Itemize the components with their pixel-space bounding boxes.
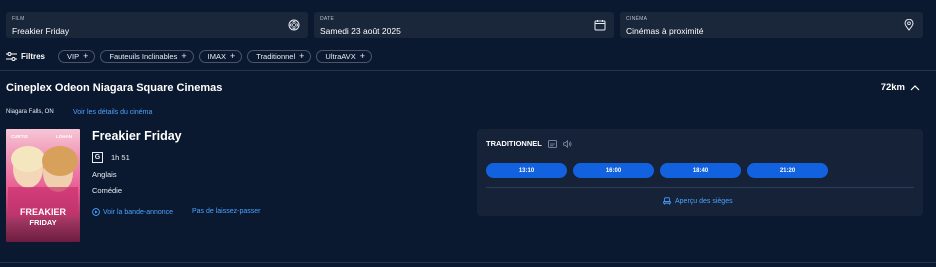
audio-icon [562,139,572,148]
chip-label: Fauteuils Inclinables [109,52,178,61]
theatre-location: Niagara Falls, ON [6,109,54,115]
film-label: FILM [12,16,25,22]
plus-icon: + [229,51,236,61]
panel-divider [486,187,914,188]
movie-runtime: 1h 51 [111,153,130,162]
cinema-selector[interactable]: CINÉMA Cinémas à proximité [620,12,923,38]
movie-genre: Comédie [92,186,123,195]
showtime-button[interactable]: 18:40 [660,163,741,178]
seat-preview-label: Aperçu des sièges [675,197,733,205]
chip-label: Traditionnel [256,52,296,61]
movie-title[interactable]: Freakier Friday [92,129,182,143]
showtime-button[interactable]: 13:10 [486,163,567,178]
film-reel-icon [288,19,300,31]
plus-icon: + [299,51,305,61]
showtime-button[interactable]: 16:00 [573,163,654,178]
movie-poster[interactable]: CURTIS LOHAN FREAKIER FRIDAY [6,129,80,242]
chip-label: UltraAVX [325,52,356,61]
subtitles-icon [547,139,557,148]
filters-button[interactable]: Filtres [6,52,45,61]
filter-bar: Filtres VIP + Fauteuils Inclinables + IMAX… [6,49,372,64]
play-circle-icon [92,208,100,216]
date-label: DATE [320,16,335,22]
seat-preview-link[interactable]: Aperçu des sièges [663,197,733,205]
filter-chip-traditional[interactable]: Traditionnel + [247,50,312,63]
filter-chip-ultraavx[interactable]: UltraAVX + [316,50,372,63]
cinema-label: CINÉMA [626,16,648,22]
sliders-icon [6,52,17,61]
film-value: Freakier Friday [12,26,70,36]
seat-icon [663,197,671,205]
poster-title-line2: FRIDAY [29,218,56,227]
chip-label: VIP [67,52,80,61]
date-value: Samedi 23 août 2025 [320,26,401,36]
trailer-label: Voir la bande-annonce [103,208,174,216]
plus-icon: + [359,51,365,61]
poster-title-line1: FREAKIER [20,207,67,217]
plus-icon: + [181,51,187,61]
poster-actor-right: LOHAN [56,134,72,139]
chevron-up-icon [910,84,920,90]
section-divider [0,70,936,71]
format-label: TRADITIONNEL [486,139,542,148]
showtime-button[interactable]: 21:20 [747,163,828,178]
poster-actor-left: CURTIS [11,134,28,139]
location-pin-icon [904,19,914,31]
showtimes-panel: TRADITIONNEL 13:10 16:00 18:40 21:20 Ape… [477,129,923,216]
filter-chip-recliners[interactable]: Fauteuils Inclinables + [100,50,194,63]
poster-art: CURTIS LOHAN FREAKIER FRIDAY [6,129,80,242]
theatre-distance: 72km [880,82,905,93]
filters-label: Filtres [21,52,46,61]
theatre-details-link[interactable]: Voir les détails du cinéma [73,109,152,116]
bottom-divider [0,262,936,263]
film-selector[interactable]: FILM Freakier Friday [6,12,308,38]
movie-language: Anglais [92,170,117,179]
rating-badge: G [92,152,103,163]
cinema-value: Cinémas à proximité [626,26,704,36]
filter-chip-vip[interactable]: VIP + [58,50,96,63]
chip-label: IMAX [207,52,226,61]
showtime-list: 13:10 16:00 18:40 21:20 [486,163,828,178]
no-pass-link[interactable]: Pas de laissez-passer [192,208,260,215]
trailer-link[interactable]: Voir la bande-annonce [92,208,173,216]
distance-toggle[interactable]: 72km [881,82,920,93]
date-selector[interactable]: DATE Samedi 23 août 2025 [314,12,614,38]
calendar-icon [594,20,606,31]
filter-chip-imax[interactable]: IMAX + [198,50,243,63]
search-bar: FILM Freakier Friday DATE Samedi 23 août… [6,12,923,38]
theatre-name: Cineplex Odeon Niagara Square Cinemas [6,82,223,94]
plus-icon: + [83,51,89,61]
format-header: TRADITIONNEL [486,139,572,148]
